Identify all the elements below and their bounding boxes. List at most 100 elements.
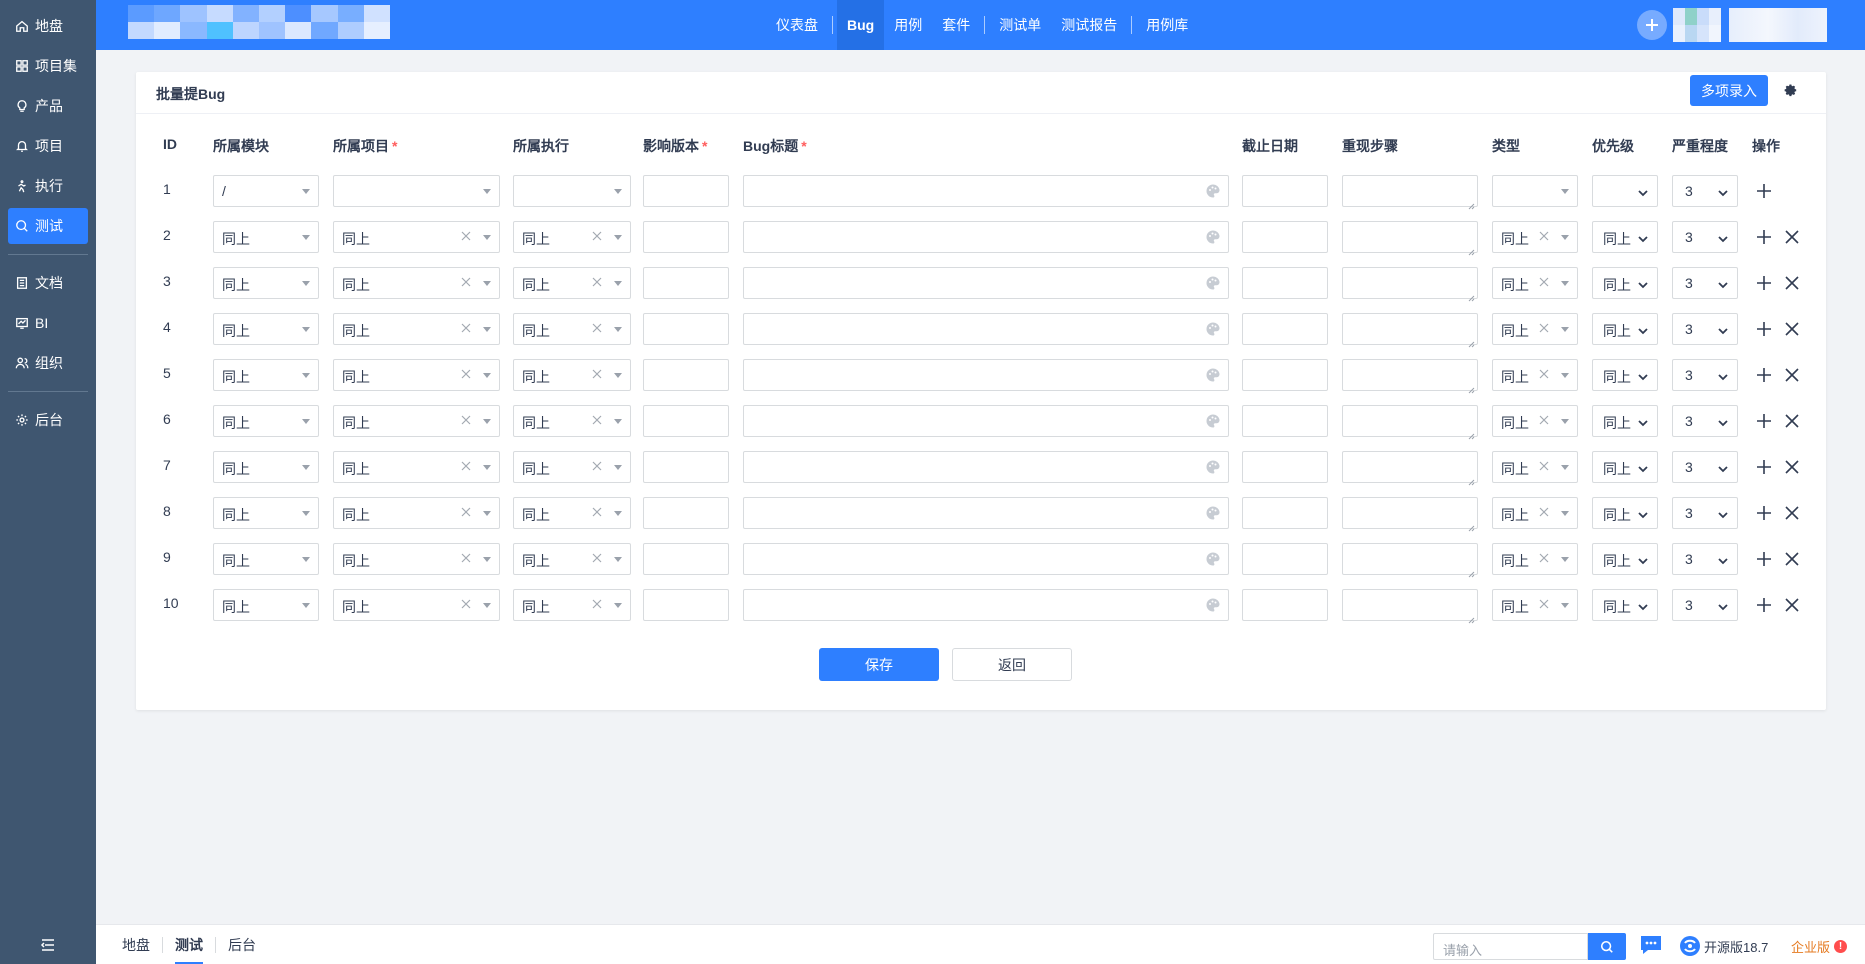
project-select[interactable]: 同上 <box>333 267 500 299</box>
deadline-input[interactable] <box>1242 451 1328 483</box>
execution-select[interactable]: 同上 <box>513 451 631 483</box>
bug-title-input[interactable] <box>743 451 1229 483</box>
severity-select[interactable]: 3 <box>1672 267 1738 299</box>
type-select[interactable]: 同上 <box>1492 497 1578 529</box>
module-select[interactable]: 同上 <box>213 405 319 437</box>
module-select[interactable]: 同上 <box>213 543 319 575</box>
delete-row-button[interactable] <box>1784 413 1800 429</box>
execution-clear-button[interactable] <box>590 551 604 565</box>
footer-crumb[interactable]: 地盘 <box>110 935 162 955</box>
module-select[interactable]: 同上 <box>213 221 319 253</box>
project-select[interactable]: 同上 <box>333 497 500 529</box>
execution-clear-button[interactable] <box>590 459 604 473</box>
type-clear-button[interactable] <box>1537 597 1551 611</box>
sidebar-item[interactable]: 测试 <box>8 208 88 244</box>
save-button[interactable]: 保存 <box>819 648 939 681</box>
type-clear-button[interactable] <box>1537 459 1551 473</box>
execution-clear-button[interactable] <box>590 505 604 519</box>
priority-select[interactable]: 同上 <box>1592 359 1658 391</box>
priority-select[interactable]: 同上 <box>1592 221 1658 253</box>
build-input[interactable] <box>643 267 729 299</box>
build-input[interactable] <box>643 175 729 207</box>
steps-textarea[interactable] <box>1342 497 1478 532</box>
textarea-resize-handle[interactable] <box>1468 243 1475 256</box>
type-clear-button[interactable] <box>1537 275 1551 289</box>
type-clear-button[interactable] <box>1537 551 1551 565</box>
chat-button[interactable] <box>1638 933 1664 957</box>
footer-search-button[interactable] <box>1588 933 1626 960</box>
textarea-resize-handle[interactable] <box>1468 473 1475 486</box>
add-row-button[interactable] <box>1756 551 1772 567</box>
delete-row-button[interactable] <box>1784 551 1800 567</box>
severity-select[interactable]: 3 <box>1672 451 1738 483</box>
project-clear-button[interactable] <box>459 413 473 427</box>
textarea-resize-handle[interactable] <box>1468 197 1475 210</box>
topnav-tab[interactable]: 仪表盘 <box>766 0 828 50</box>
title-color-picker[interactable] <box>1205 321 1221 337</box>
title-color-picker[interactable] <box>1205 367 1221 383</box>
title-color-picker[interactable] <box>1205 551 1221 567</box>
deadline-input[interactable] <box>1242 589 1328 621</box>
type-select[interactable]: 同上 <box>1492 451 1578 483</box>
type-clear-button[interactable] <box>1537 229 1551 243</box>
type-clear-button[interactable] <box>1537 367 1551 381</box>
footer-crumb[interactable]: 后台 <box>216 935 268 955</box>
steps-textarea[interactable] <box>1342 221 1478 256</box>
execution-select[interactable]: 同上 <box>513 267 631 299</box>
severity-select[interactable]: 3 <box>1672 543 1738 575</box>
settings-button[interactable] <box>1780 80 1802 102</box>
build-input[interactable] <box>643 221 729 253</box>
add-row-button[interactable] <box>1756 505 1772 521</box>
module-select[interactable]: 同上 <box>213 267 319 299</box>
footer-search-input[interactable]: 请输入 <box>1433 933 1588 960</box>
project-select[interactable]: 同上 <box>333 589 500 621</box>
build-input[interactable] <box>643 589 729 621</box>
bug-title-input[interactable] <box>743 405 1229 437</box>
severity-select[interactable]: 3 <box>1672 175 1738 207</box>
delete-row-button[interactable] <box>1784 597 1800 613</box>
module-select[interactable]: 同上 <box>213 497 319 529</box>
sidebar-item[interactable]: 地盘 <box>8 8 88 44</box>
user-name-blurred[interactable] <box>1729 8 1827 42</box>
type-select[interactable]: 同上 <box>1492 313 1578 345</box>
deadline-input[interactable] <box>1242 267 1328 299</box>
bug-title-input[interactable] <box>743 267 1229 299</box>
type-clear-button[interactable] <box>1537 321 1551 335</box>
deadline-input[interactable] <box>1242 359 1328 391</box>
project-clear-button[interactable] <box>459 459 473 473</box>
sidebar-item[interactable]: 文档 <box>8 265 88 301</box>
type-select[interactable]: 同上 <box>1492 267 1578 299</box>
delete-row-button[interactable] <box>1784 459 1800 475</box>
add-row-button[interactable] <box>1756 183 1772 199</box>
project-clear-button[interactable] <box>459 367 473 381</box>
severity-select[interactable]: 3 <box>1672 221 1738 253</box>
project-clear-button[interactable] <box>459 551 473 565</box>
build-input[interactable] <box>643 313 729 345</box>
project-clear-button[interactable] <box>459 505 473 519</box>
severity-select[interactable]: 3 <box>1672 589 1738 621</box>
project-select[interactable]: 同上 <box>333 451 500 483</box>
project-select[interactable]: 同上 <box>333 405 500 437</box>
module-select[interactable]: 同上 <box>213 359 319 391</box>
execution-select[interactable]: 同上 <box>513 543 631 575</box>
title-color-picker[interactable] <box>1205 229 1221 245</box>
build-input[interactable] <box>643 405 729 437</box>
deadline-input[interactable] <box>1242 175 1328 207</box>
delete-row-button[interactable] <box>1784 367 1800 383</box>
bug-title-input[interactable] <box>743 589 1229 621</box>
bug-title-input[interactable] <box>743 175 1229 207</box>
build-input[interactable] <box>643 543 729 575</box>
type-clear-button[interactable] <box>1537 413 1551 427</box>
add-row-button[interactable] <box>1756 321 1772 337</box>
priority-select[interactable]: 同上 <box>1592 267 1658 299</box>
textarea-resize-handle[interactable] <box>1468 381 1475 394</box>
deadline-input[interactable] <box>1242 497 1328 529</box>
steps-textarea[interactable] <box>1342 313 1478 348</box>
bug-title-input[interactable] <box>743 359 1229 391</box>
multi-entry-button[interactable]: 多项录入 <box>1690 75 1768 106</box>
add-row-button[interactable] <box>1756 367 1772 383</box>
textarea-resize-handle[interactable] <box>1468 335 1475 348</box>
add-row-button[interactable] <box>1756 459 1772 475</box>
bug-title-input[interactable] <box>743 221 1229 253</box>
priority-select[interactable]: 同上 <box>1592 497 1658 529</box>
